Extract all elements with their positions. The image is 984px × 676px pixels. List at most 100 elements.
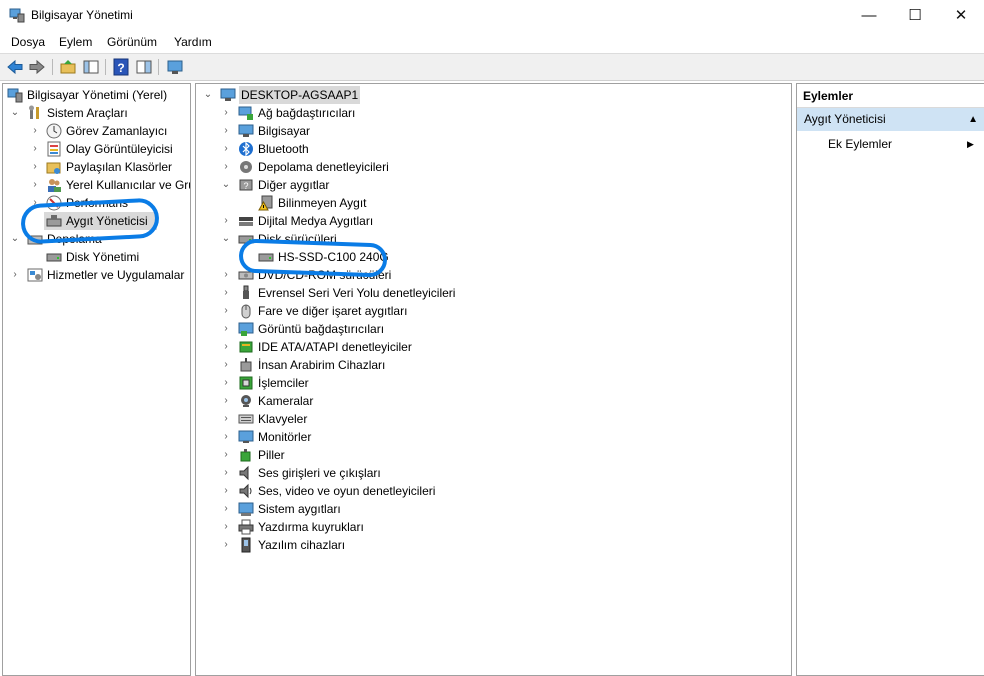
device-category[interactable]: › Fare ve diğer işaret aygıtları: [220, 302, 790, 320]
chevron-right-icon[interactable]: ›: [220, 374, 232, 392]
usb-icon: [243, 285, 249, 299]
chevron-right-icon[interactable]: ›: [220, 104, 232, 122]
chevron-right-icon[interactable]: ›: [29, 140, 41, 158]
chevron-right-icon[interactable]: ›: [29, 122, 41, 140]
device-category[interactable]: › Monitörler: [220, 428, 790, 446]
tree-node-event-viewer[interactable]: › Olay Görüntüleyicisi: [7, 140, 190, 158]
device-category[interactable]: › İnsan Arabirim Cihazları: [220, 356, 790, 374]
chevron-down-icon[interactable]: ⌄: [220, 230, 232, 248]
speaker-icon: [239, 465, 249, 481]
more-actions-item[interactable]: Ek Eylemler: [828, 135, 892, 153]
forward-arrow-icon[interactable]: [28, 58, 46, 76]
device-category[interactable]: › Ağ bağdaştırıcıları: [220, 104, 790, 122]
camera-icon: [241, 395, 251, 407]
printer-icon: [238, 519, 254, 535]
help-icon[interactable]: ?: [112, 58, 130, 76]
chevron-down-icon[interactable]: ⌄: [202, 86, 214, 104]
chevron-right-icon[interactable]: ›: [220, 536, 232, 554]
chevron-right-icon[interactable]: ›: [29, 158, 41, 176]
device-category[interactable]: › Kameralar: [220, 392, 790, 410]
actions-header: Eylemler: [797, 84, 984, 108]
device-item[interactable]: Bilinmeyen Aygıt: [240, 194, 790, 212]
up-folder-icon[interactable]: [59, 58, 77, 76]
device-category[interactable]: › Bluetooth: [220, 140, 790, 158]
chevron-right-icon[interactable]: ›: [220, 410, 232, 428]
chevron-right-icon[interactable]: ›: [220, 482, 232, 500]
keyboard-icon: [238, 414, 254, 424]
chevron-down-icon[interactable]: ⌄: [9, 104, 21, 122]
device-category[interactable]: › Ses, video ve oyun denetleyicileri: [220, 482, 790, 500]
chevron-right-icon[interactable]: ›: [9, 266, 21, 284]
menu-view[interactable]: Görünüm: [107, 35, 157, 49]
chevron-right-icon[interactable]: ›: [220, 428, 232, 446]
chevron-right-icon[interactable]: ›: [220, 518, 232, 536]
device-category[interactable]: › IDE ATA/ATAPI denetleyiciler: [220, 338, 790, 356]
chevron-right-icon[interactable]: ›: [220, 500, 232, 518]
chevron-down-icon[interactable]: ⌄: [9, 230, 21, 248]
tree-label: Paylaşılan Klasörler: [66, 160, 173, 174]
menu-file[interactable]: Dosya: [11, 35, 45, 49]
device-category[interactable]: › Piller: [220, 446, 790, 464]
show-hide-console-tree-icon[interactable]: [82, 58, 100, 76]
computer-management-icon: [9, 8, 25, 23]
tree-node-disk-management[interactable]: Disk Yönetimi: [7, 248, 190, 266]
submenu-arrow-icon[interactable]: ▶: [967, 135, 974, 153]
close-button[interactable]: ✕: [938, 0, 984, 31]
tree-label: Bilgisayar Yönetimi (Yerel): [27, 88, 168, 102]
device-category[interactable]: › Klavyeler: [220, 410, 790, 428]
other-devices-icon: ?: [239, 179, 253, 191]
chevron-right-icon[interactable]: ›: [220, 140, 232, 158]
device-category[interactable]: › Depolama denetleyicileri: [220, 158, 790, 176]
tree-node-shared-folders[interactable]: › Paylaşılan Klasörler: [7, 158, 190, 176]
device-category[interactable]: › Dijital Medya Aygıtları: [220, 212, 790, 230]
device-category-label: Bilgisayar: [258, 124, 311, 138]
chevron-right-icon[interactable]: ›: [220, 212, 232, 230]
chevron-right-icon[interactable]: ›: [220, 392, 232, 410]
collapse-arrow-icon[interactable]: ▲: [968, 108, 978, 131]
device-category[interactable]: › Ses girişleri ve çıkışları: [220, 464, 790, 482]
monitor-icon[interactable]: [166, 58, 184, 76]
computer-icon: [238, 124, 254, 137]
svg-text:?: ?: [243, 181, 248, 191]
device-category[interactable]: › Yazdırma kuyrukları: [220, 518, 790, 536]
chevron-right-icon[interactable]: ›: [220, 338, 232, 356]
chevron-right-icon[interactable]: ›: [220, 320, 232, 338]
device-category-label: Depolama denetleyicileri: [258, 160, 389, 174]
tree-node-services[interactable]: › Hizmetler ve Uygulamalar: [7, 266, 190, 284]
chevron-down-icon[interactable]: ⌄: [220, 176, 232, 194]
minimize-button[interactable]: —: [846, 0, 892, 31]
computer-management-window: Bilgisayar Yönetimi — ☐ ✕ Dosya Eylem Gö…: [0, 0, 984, 676]
tree-label: Disk Yönetimi: [66, 250, 140, 264]
chevron-right-icon[interactable]: ›: [220, 302, 232, 320]
menu-help[interactable]: Yardım: [174, 35, 212, 49]
monitor-icon: [238, 430, 254, 443]
tree-node-system-tools[interactable]: ⌄ Sistem Araçları: [7, 104, 190, 122]
properties-pane-icon[interactable]: [135, 58, 153, 76]
chevron-right-icon[interactable]: ›: [220, 266, 232, 284]
device-category[interactable]: ⌄? Diğer aygıtlar: [220, 176, 790, 194]
chevron-right-icon[interactable]: ›: [220, 356, 232, 374]
actions-section-device-manager[interactable]: Aygıt Yöneticisi ▲: [797, 108, 984, 131]
display-adapter-icon: [238, 322, 254, 336]
device-tree-root[interactable]: ⌄ DESKTOP-AGSAAP1: [202, 86, 791, 104]
tree-node-local-users[interactable]: › Yerel Kullanıcılar ve Gru: [7, 176, 190, 194]
device-category[interactable]: › Evrensel Seri Veri Yolu denetleyicileri: [220, 284, 790, 302]
chevron-right-icon[interactable]: ›: [220, 158, 232, 176]
chevron-right-icon[interactable]: ›: [29, 176, 41, 194]
tree-node-root[interactable]: Bilgisayar Yönetimi (Yerel): [7, 86, 190, 104]
chevron-right-icon[interactable]: ›: [220, 122, 232, 140]
shared-folder-icon: [46, 162, 61, 174]
maximize-button[interactable]: ☐: [892, 0, 938, 31]
chevron-right-icon[interactable]: ›: [220, 284, 232, 302]
device-category[interactable]: › Sistem aygıtları: [220, 500, 790, 518]
device-category[interactable]: › Yazılım cihazları: [220, 536, 790, 554]
chevron-right-icon[interactable]: ›: [220, 446, 232, 464]
device-category-label: Bluetooth: [258, 142, 309, 156]
menu-action[interactable]: Eylem: [59, 35, 92, 49]
tree-node-task-scheduler[interactable]: › Görev Zamanlayıcı: [7, 122, 190, 140]
device-category[interactable]: › Görüntü bağdaştırıcıları: [220, 320, 790, 338]
back-arrow-icon[interactable]: [6, 58, 24, 76]
device-category[interactable]: › İşlemciler: [220, 374, 790, 392]
chevron-right-icon[interactable]: ›: [220, 464, 232, 482]
device-category[interactable]: › Bilgisayar: [220, 122, 790, 140]
